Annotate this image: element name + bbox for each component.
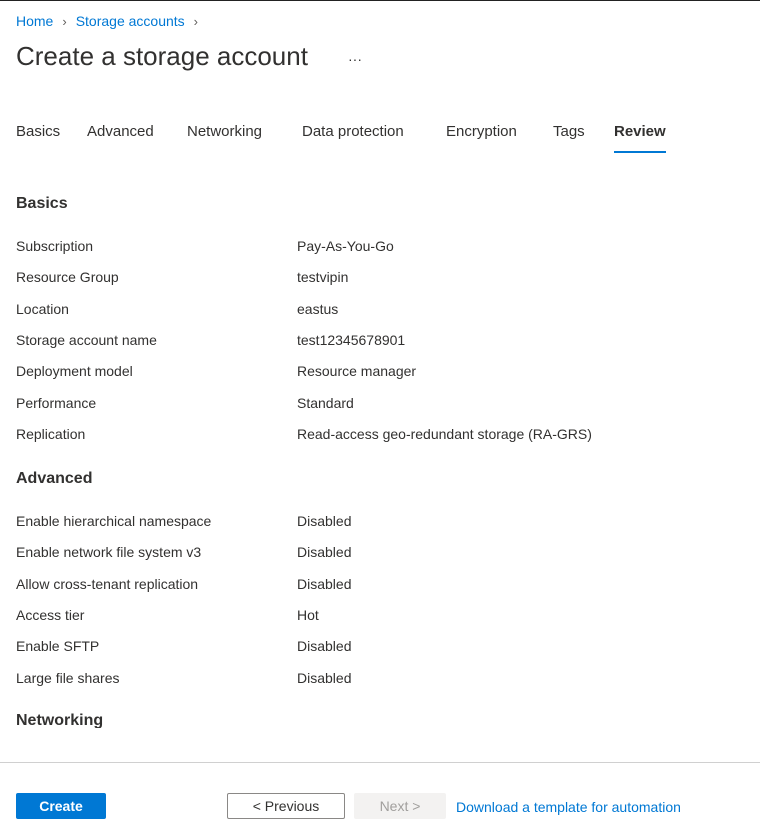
summary-row: Deployment model Resource manager <box>16 363 716 383</box>
previous-button[interactable]: < Previous <box>227 793 345 819</box>
summary-value: testvipin <box>297 269 349 286</box>
tab-data-protection[interactable]: Data protection <box>302 123 404 151</box>
summary-row: Location eastus <box>16 301 716 321</box>
summary-row: Access tier Hot <box>16 607 716 627</box>
summary-value: test12345678901 <box>297 331 406 348</box>
summary-value: eastus <box>297 300 339 317</box>
tab-networking[interactable]: Networking <box>187 123 262 151</box>
tab-review[interactable]: Review <box>614 123 666 153</box>
summary-value: Disabled <box>297 544 352 561</box>
download-template-link[interactable]: Download a template for automation <box>456 799 681 815</box>
summary-row: Subscription Pay-As-You-Go <box>16 238 716 258</box>
summary-row: Resource Group testvipin <box>16 269 716 289</box>
summary-value: Disabled <box>297 575 352 592</box>
section-heading-basics: Basics <box>16 195 68 212</box>
chevron-right-icon: › <box>193 13 199 29</box>
summary-value: Resource manager <box>297 363 417 380</box>
more-options-button[interactable]: ··· <box>348 51 362 67</box>
summary-row: Allow cross-tenant replication Disabled <box>16 576 716 596</box>
section-heading-networking: Networking <box>16 712 104 728</box>
summary-value: Read-access geo-redundant storage (RA-GR… <box>297 425 592 442</box>
summary-value: Disabled <box>297 669 352 686</box>
summary-label: Enable hierarchical namespace <box>16 513 212 529</box>
summary-row: Enable hierarchical namespace Disabled <box>16 513 716 533</box>
summary-value: Disabled <box>297 638 352 655</box>
breadcrumb-home[interactable]: Home <box>16 13 53 29</box>
create-button[interactable]: Create <box>16 793 106 819</box>
tab-basics[interactable]: Basics <box>16 123 60 151</box>
summary-label: Allow cross-tenant replication <box>16 575 199 592</box>
summary-label: Storage account name <box>16 331 157 348</box>
section-heading-advanced: Advanced <box>16 470 93 487</box>
summary-label: Resource Group <box>16 269 119 286</box>
summary-value: Pay-As-You-Go <box>297 238 394 254</box>
summary-label: Subscription <box>16 238 94 254</box>
summary-row: Performance Standard <box>16 395 716 415</box>
footer-divider <box>0 762 760 763</box>
summary-row: Storage account name test12345678901 <box>16 332 716 352</box>
summary-label: Deployment model <box>16 363 133 380</box>
summary-value: Standard <box>297 394 354 411</box>
tab-advanced[interactable]: Advanced <box>87 123 154 151</box>
summary-value: Disabled <box>297 513 352 529</box>
summary-label: Location <box>16 300 69 317</box>
summary-row: Enable SFTP Disabled <box>16 638 716 658</box>
tab-encryption[interactable]: Encryption <box>446 123 517 151</box>
page-title: Create a storage account <box>16 41 308 71</box>
summary-label: Performance <box>16 394 97 411</box>
summary-row: Large file shares Disabled <box>16 670 716 690</box>
summary-label: Access tier <box>16 606 85 623</box>
summary-value: Hot <box>297 606 319 623</box>
summary-label: Replication <box>16 425 86 442</box>
summary-row: Replication Read-access geo-redundant sto… <box>16 426 716 446</box>
tab-tags[interactable]: Tags <box>553 123 585 151</box>
breadcrumb-storage-accounts[interactable]: Storage accounts <box>76 13 185 29</box>
summary-label: Enable SFTP <box>16 638 100 655</box>
review-content[interactable]: Basics Subscription Pay-As-You-Go Resource … <box>0 181 760 728</box>
summary-label: Enable network file system v3 <box>16 544 202 561</box>
chevron-right-icon: › <box>62 13 67 29</box>
summary-row: Enable network file system v3 Disabled <box>16 544 716 564</box>
breadcrumb: Home › Storage accounts › <box>16 13 207 29</box>
next-button[interactable]: Next > <box>354 793 446 819</box>
summary-label: Large file shares <box>16 669 120 686</box>
